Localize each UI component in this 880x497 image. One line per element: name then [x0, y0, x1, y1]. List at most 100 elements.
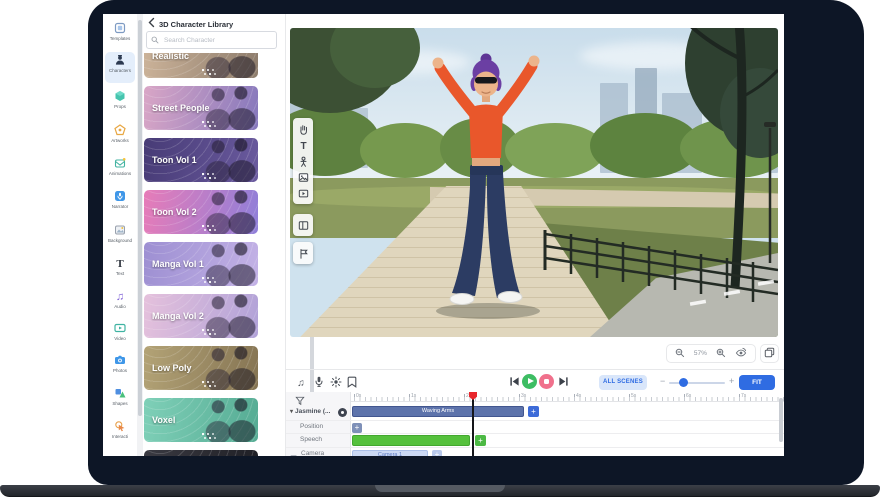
sidebar-item-interactions[interactable]: Interacti [105, 418, 135, 449]
layout-panel-icon[interactable] [293, 217, 313, 233]
timeline-scrollbar-thumb[interactable] [779, 398, 783, 442]
microphone-icon[interactable] [312, 375, 325, 388]
clip-speech[interactable] [352, 435, 470, 446]
add-position-button[interactable]: + [352, 423, 362, 433]
track-header-speech[interactable]: Speech [300, 436, 322, 443]
sidebar-item-background[interactable]: Background [105, 222, 135, 253]
sparkles-decor [202, 433, 204, 435]
sidebar-item-label: Narrator [105, 204, 135, 210]
character-jasmine [433, 54, 541, 320]
laptop-notch [375, 485, 505, 492]
timeline-zoom-handle[interactable] [679, 378, 688, 387]
ruler-label: 4s [576, 393, 581, 399]
timeline: ▾Jasmine (... Position Speech Camera 0s … [286, 392, 784, 456]
ruler-label: 5s [631, 393, 636, 399]
library-card-toon-vol-2[interactable]: Toon Vol 2 [144, 190, 258, 234]
sidebar-item-characters[interactable]: Characters [105, 52, 135, 83]
sidebar-item-audio[interactable]: ♫ Audio [105, 288, 135, 319]
sidebar-item-label: Text [105, 271, 135, 277]
card-label: Manga Vol 2 [152, 311, 204, 321]
track-header-camera[interactable]: Camera [301, 450, 324, 456]
clip-camera-1[interactable]: Camera 1 [352, 450, 428, 456]
svg-text:♫: ♫ [297, 378, 305, 388]
sidebar-item-narrator[interactable]: Narrator [105, 188, 135, 219]
track-visibility-toggle[interactable] [338, 408, 347, 417]
sidebar-item-props[interactable]: Props [105, 88, 135, 119]
timeline-zoom-out[interactable]: − [660, 374, 665, 389]
timeline-zoom-slider[interactable] [669, 382, 725, 384]
library-card-low-poly[interactable]: Low Poly [144, 346, 258, 390]
timeline-zoom-in[interactable]: + [729, 374, 734, 389]
text-tool-icon[interactable]: T [293, 137, 313, 153]
track-header-character[interactable]: ▾Jasmine (... [290, 408, 330, 415]
sidebar-item-text[interactable]: T Text [105, 255, 135, 286]
animations-icon [105, 157, 135, 171]
fit-button[interactable]: FIT [739, 375, 775, 390]
preview-eye-icon[interactable] [735, 345, 747, 363]
card-list: Realistic Street People Toon Vol 1 Toon … [143, 53, 285, 456]
bookmark-icon[interactable] [345, 375, 358, 388]
music-icon[interactable]: ♫ [294, 375, 307, 388]
sidebar-scrollbar-thumb[interactable] [138, 20, 142, 416]
sparkles-decor [202, 69, 204, 71]
sidebar-item-shapes[interactable]: Shapes [105, 385, 135, 416]
sparkles-decor [202, 121, 204, 123]
panel-header: 3D Character Library [147, 18, 233, 30]
sidebar-item-artworks[interactable]: Artworks [105, 122, 135, 153]
sidebar-item-label: Video [105, 336, 135, 342]
ruler-label: 6s [686, 393, 691, 399]
card-label: Toon Vol 1 [152, 155, 197, 165]
sidebar-item-label: Background [105, 238, 135, 244]
stage-canvas[interactable]: T [290, 28, 778, 337]
card-label: Realistic [152, 53, 189, 61]
duplicate-button[interactable] [760, 344, 779, 363]
record-button[interactable] [539, 374, 554, 389]
panel-title: 3D Character Library [159, 20, 233, 29]
sidebar-item-label: Props [105, 104, 135, 110]
sidebar-item-video[interactable]: Video [105, 320, 135, 351]
flag-tool-icon[interactable] [293, 245, 313, 261]
sparkles-decor [202, 329, 204, 331]
library-card-voxel[interactable]: Voxel [144, 398, 258, 442]
sidebar-item-photos[interactable]: Photos [105, 352, 135, 383]
sparkles-decor [202, 173, 204, 175]
canvas-toolbar: T [293, 118, 313, 204]
sidebar-item-label: Artworks [105, 138, 135, 144]
zoom-in-icon[interactable] [716, 345, 726, 363]
library-card-next[interactable] [144, 450, 258, 456]
text-icon: T [105, 257, 135, 271]
skip-forward-icon[interactable] [557, 375, 570, 388]
add-speech-button[interactable]: + [475, 435, 486, 446]
effects-icon[interactable] [329, 375, 342, 388]
sidebar-item-templates[interactable]: Templates [105, 20, 135, 51]
library-card-manga-vol-2[interactable]: Manga Vol 2 [144, 294, 258, 338]
all-scenes-button[interactable]: ALL SCENES [599, 375, 647, 390]
narrator-icon [105, 190, 135, 204]
sidebar-item-animations[interactable]: Animations [105, 155, 135, 186]
play-button[interactable] [522, 374, 537, 389]
image-tool-icon[interactable] [293, 169, 313, 185]
zoom-controls: 57% [666, 344, 756, 363]
add-camera-button[interactable]: + [432, 450, 442, 456]
library-card-realistic[interactable]: Realistic [144, 53, 258, 78]
character-pose-tool-icon[interactable] [293, 153, 313, 169]
track-header-position[interactable]: Position [300, 423, 323, 430]
library-card-manga-vol-1[interactable]: Manga Vol 1 [144, 242, 258, 286]
add-animation-button[interactable]: + [528, 406, 539, 417]
video-tool-icon[interactable] [293, 185, 313, 201]
camera-icon [290, 449, 299, 456]
zoom-level: 57% [694, 350, 707, 357]
clip-waving-arms[interactable]: Waving Arms [352, 406, 524, 417]
sidebar-item-label: Shapes [105, 401, 135, 407]
sidebar-item-label: Interacti [105, 434, 135, 440]
search-box[interactable] [146, 31, 277, 49]
skip-back-icon[interactable] [508, 375, 521, 388]
hand-tool-icon[interactable] [293, 121, 313, 137]
library-card-street-people[interactable]: Street People [144, 86, 258, 130]
card-label: Low Poly [152, 363, 192, 373]
library-card-toon-vol-1[interactable]: Toon Vol 1 [144, 138, 258, 182]
app-screen: Templates Characters Props Artworks Anim… [103, 14, 784, 456]
ruler-label: 1s [411, 393, 416, 399]
search-input[interactable] [162, 36, 266, 45]
zoom-out-icon[interactable] [675, 345, 685, 363]
